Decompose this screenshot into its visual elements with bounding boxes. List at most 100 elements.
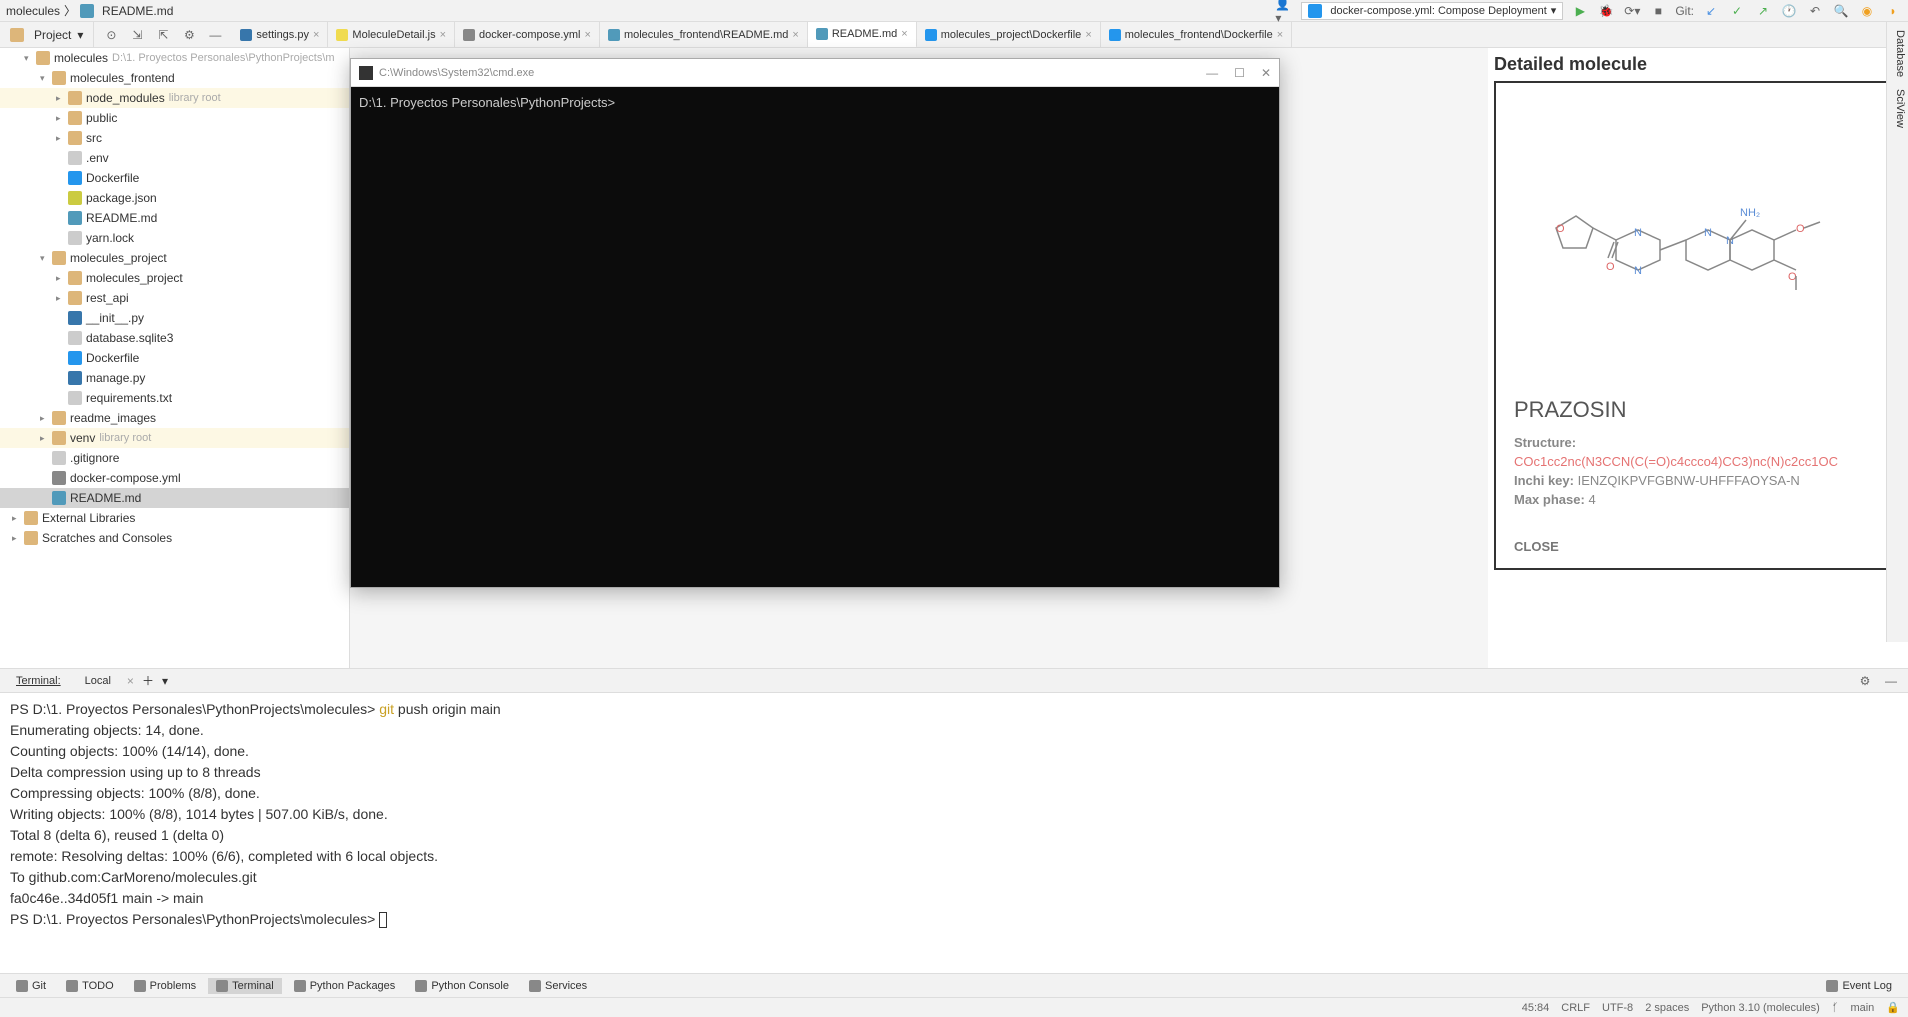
- tab-close-icon[interactable]: ×: [1277, 29, 1283, 41]
- terminal-settings-icon[interactable]: ⚙: [1856, 672, 1874, 690]
- event-log[interactable]: Event Log: [1818, 978, 1900, 994]
- chevron-icon[interactable]: ▸: [12, 513, 24, 524]
- status-python[interactable]: Python 3.10 (molecules): [1701, 1002, 1820, 1014]
- git-update-icon[interactable]: ↙: [1702, 2, 1720, 20]
- collapse-icon[interactable]: ⇱: [154, 26, 172, 44]
- cmd-body[interactable]: D:\1. Proyectos Personales\PythonProject…: [351, 87, 1279, 587]
- hide-icon[interactable]: —: [206, 26, 224, 44]
- project-tree[interactable]: ▾moleculesD:\1. Proyectos Personales\Pyt…: [0, 48, 350, 668]
- tab-close-icon[interactable]: ×: [901, 28, 907, 40]
- tree-item[interactable]: ▾moleculesD:\1. Proyectos Personales\Pyt…: [0, 48, 349, 68]
- tree-item[interactable]: ▸venvlibrary root: [0, 428, 349, 448]
- tab-close-icon[interactable]: ×: [440, 29, 446, 41]
- expand-icon[interactable]: ⇲: [128, 26, 146, 44]
- chevron-icon[interactable]: ▸: [56, 273, 68, 284]
- run-config-selector[interactable]: docker-compose.yml: Compose Deployment ▾: [1301, 2, 1563, 20]
- chevron-icon[interactable]: ▸: [56, 293, 68, 304]
- tree-item[interactable]: ▸readme_images: [0, 408, 349, 428]
- tree-item[interactable]: README.md: [0, 488, 349, 508]
- tree-item[interactable]: .gitignore: [0, 448, 349, 468]
- tree-item[interactable]: .env: [0, 148, 349, 168]
- user-icon[interactable]: 👤▾: [1275, 2, 1293, 20]
- tree-item[interactable]: ▾molecules_project: [0, 248, 349, 268]
- terminal-add-icon[interactable]: ＋: [142, 672, 154, 689]
- status-lock-icon[interactable]: 🔒: [1886, 1001, 1900, 1014]
- chevron-icon[interactable]: ▸: [40, 413, 52, 424]
- ide-settings-icon[interactable]: ◉: [1858, 2, 1876, 20]
- tree-item[interactable]: docker-compose.yml: [0, 468, 349, 488]
- editor-tab[interactable]: molecules_project\Dockerfile×: [917, 22, 1101, 47]
- tree-item[interactable]: ▸External Libraries: [0, 508, 349, 528]
- chevron-icon[interactable]: ▸: [12, 533, 24, 544]
- editor-tab[interactable]: docker-compose.yml×: [455, 22, 600, 47]
- editor-tab[interactable]: settings.py×: [232, 22, 328, 47]
- tab-close-icon[interactable]: ×: [1085, 29, 1091, 41]
- git-push-icon[interactable]: ↗: [1754, 2, 1772, 20]
- tool-problems[interactable]: Problems: [126, 978, 204, 994]
- chevron-icon[interactable]: ▾: [40, 73, 52, 84]
- tool-todo[interactable]: TODO: [58, 978, 122, 994]
- cmd-titlebar[interactable]: C:\Windows\System32\cmd.exe — ☐ ✕: [351, 59, 1279, 87]
- tree-item[interactable]: Dockerfile: [0, 168, 349, 188]
- terminal-tab-close-icon[interactable]: ×: [127, 674, 134, 688]
- tree-item[interactable]: ▸node_moduleslibrary root: [0, 88, 349, 108]
- editor-tab[interactable]: README.md×: [808, 22, 917, 47]
- terminal-hide-icon[interactable]: —: [1882, 672, 1900, 690]
- tree-item[interactable]: README.md: [0, 208, 349, 228]
- stop-icon[interactable]: ■: [1649, 2, 1667, 20]
- tree-item[interactable]: ▸src: [0, 128, 349, 148]
- run-more-icon[interactable]: ⟳▾: [1623, 2, 1641, 20]
- tree-item[interactable]: __init__.py: [0, 308, 349, 328]
- terminal-title[interactable]: Terminal:: [8, 673, 69, 689]
- editor-tab[interactable]: MoleculeDetail.js×: [328, 22, 455, 47]
- tree-item[interactable]: manage.py: [0, 368, 349, 388]
- close-icon[interactable]: ✕: [1261, 66, 1271, 80]
- cmd-window[interactable]: C:\Windows\System32\cmd.exe — ☐ ✕ D:\1. …: [350, 58, 1280, 588]
- sciview-tool[interactable]: SciView: [1889, 89, 1906, 128]
- tool-services[interactable]: Services: [521, 978, 595, 994]
- database-tool[interactable]: Database: [1889, 30, 1906, 77]
- search-icon[interactable]: 🔍: [1832, 2, 1850, 20]
- chevron-icon[interactable]: ▾: [24, 53, 36, 64]
- status-line-sep[interactable]: CRLF: [1561, 1002, 1590, 1014]
- chevron-icon[interactable]: ▸: [40, 433, 52, 444]
- terminal-tab-local[interactable]: Local: [77, 673, 119, 689]
- run-icon[interactable]: ▶: [1571, 2, 1589, 20]
- chevron-icon[interactable]: ▸: [56, 93, 68, 104]
- git-commit-icon[interactable]: ✓: [1728, 2, 1746, 20]
- terminal-chevron-down-icon[interactable]: ▾: [162, 674, 168, 688]
- tool-python-packages[interactable]: Python Packages: [286, 978, 404, 994]
- tool-git[interactable]: Git: [8, 978, 54, 994]
- tool-terminal[interactable]: Terminal: [208, 978, 282, 994]
- close-button[interactable]: CLOSE: [1496, 525, 1900, 568]
- status-indent[interactable]: 2 spaces: [1645, 1002, 1689, 1014]
- tree-item[interactable]: ▸public: [0, 108, 349, 128]
- locate-icon[interactable]: ⊙: [102, 26, 120, 44]
- tool-python-console[interactable]: Python Console: [407, 978, 517, 994]
- minimize-icon[interactable]: —: [1206, 66, 1218, 80]
- chevron-icon[interactable]: ▸: [56, 113, 68, 124]
- settings-icon[interactable]: ⚙: [180, 26, 198, 44]
- maximize-icon[interactable]: ☐: [1234, 66, 1245, 80]
- tree-item[interactable]: ▸Scratches and Consoles: [0, 528, 349, 548]
- editor-tab[interactable]: molecules_frontend\Dockerfile×: [1101, 22, 1292, 47]
- status-position[interactable]: 45:84: [1522, 1002, 1550, 1014]
- tab-close-icon[interactable]: ×: [585, 29, 591, 41]
- terminal-body[interactable]: PS D:\1. Proyectos Personales\PythonProj…: [0, 693, 1908, 973]
- chevron-icon[interactable]: ▾: [40, 253, 52, 264]
- tree-item[interactable]: requirements.txt: [0, 388, 349, 408]
- status-branch[interactable]: main: [1850, 1002, 1874, 1014]
- debug-icon[interactable]: 🐞: [1597, 2, 1615, 20]
- chevron-icon[interactable]: ▸: [56, 133, 68, 144]
- tree-item[interactable]: ▾molecules_frontend: [0, 68, 349, 88]
- status-encoding[interactable]: UTF-8: [1602, 1002, 1633, 1014]
- tree-item[interactable]: package.json: [0, 188, 349, 208]
- tab-close-icon[interactable]: ×: [313, 29, 319, 41]
- tree-item[interactable]: Dockerfile: [0, 348, 349, 368]
- breadcrumb-file[interactable]: README.md: [102, 4, 173, 18]
- tree-item[interactable]: database.sqlite3: [0, 328, 349, 348]
- tree-item[interactable]: ▸rest_api: [0, 288, 349, 308]
- git-rollback-icon[interactable]: ↶: [1806, 2, 1824, 20]
- git-history-icon[interactable]: 🕐: [1780, 2, 1798, 20]
- tree-item[interactable]: ▸molecules_project: [0, 268, 349, 288]
